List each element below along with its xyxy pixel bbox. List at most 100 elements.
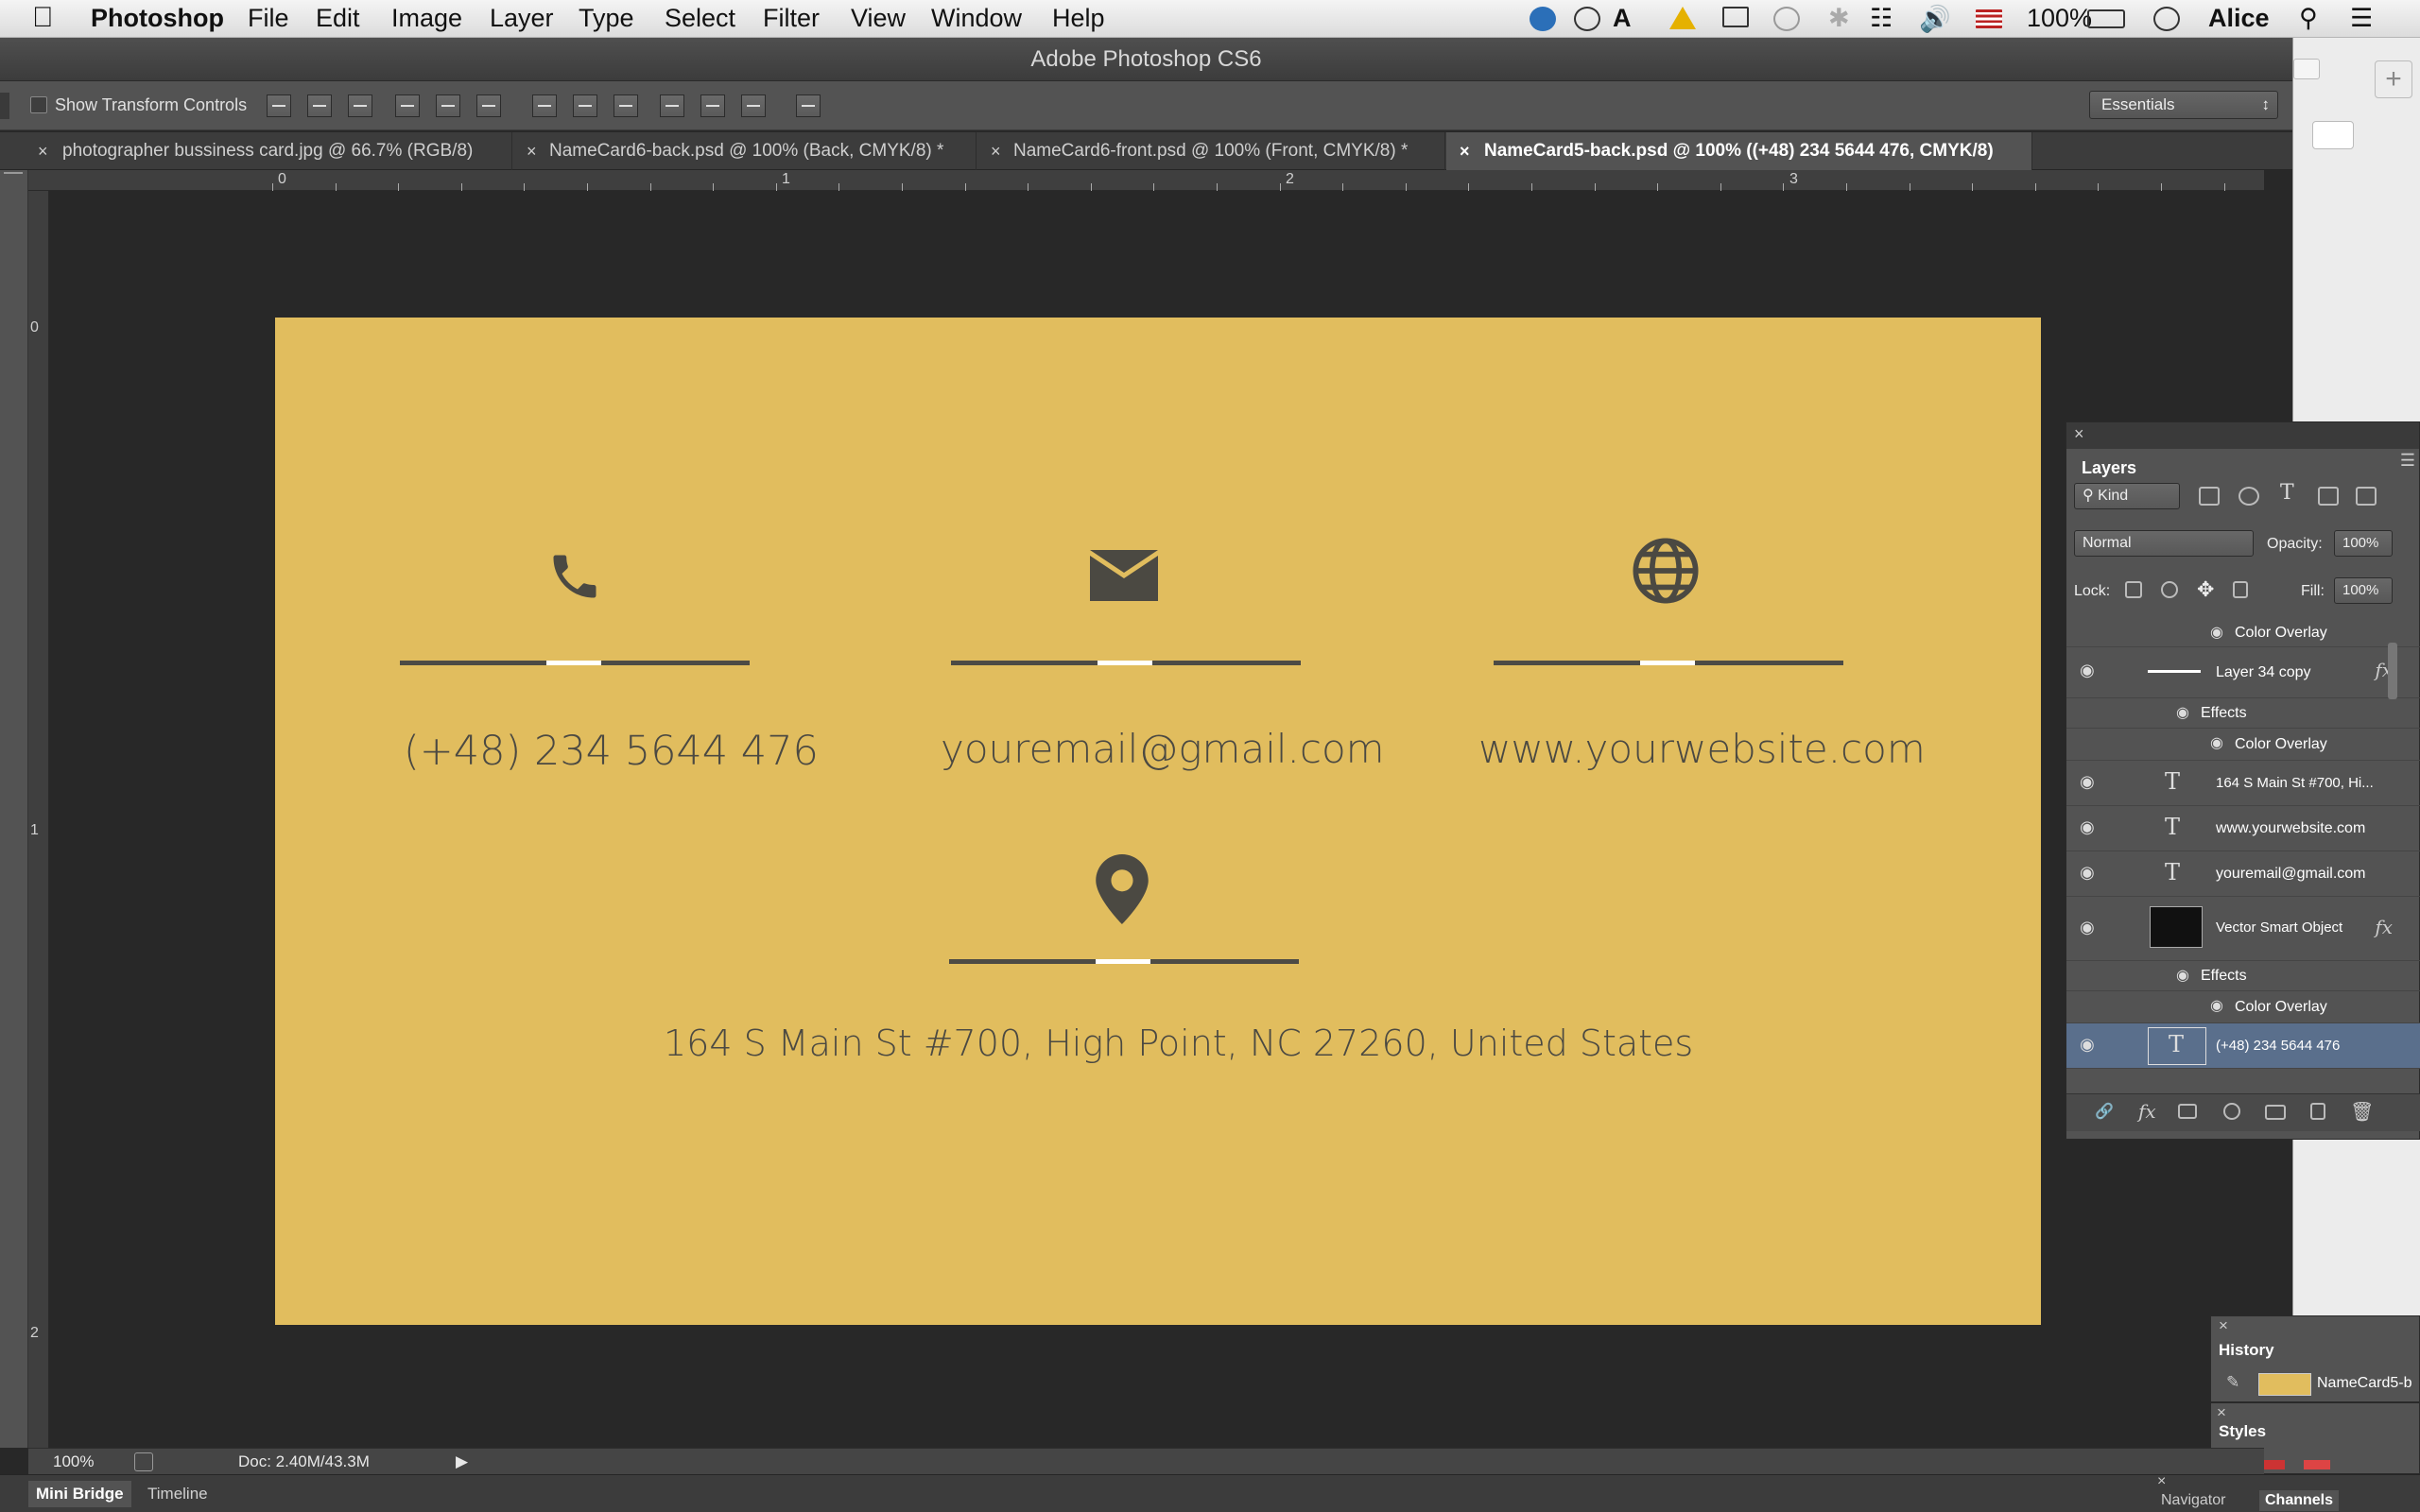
tab-namecard6-back[interactable]: × NameCard6-back.psd @ 100% (Back, CMYK/… <box>513 132 977 170</box>
apple-icon[interactable]:  <box>32 2 54 34</box>
layer-effect-row[interactable]: ◉ Color Overlay <box>2066 991 2420 1023</box>
visibility-eye-icon[interactable]: ◉ <box>2080 772 2102 795</box>
tab-photographer[interactable]: × photographer bussiness card.jpg @ 66.7… <box>28 132 512 170</box>
trash-icon[interactable]: 🗑 <box>2350 1100 2374 1124</box>
export-icon[interactable] <box>134 1452 153 1471</box>
visibility-eye-icon[interactable]: ◉ <box>2080 817 2102 840</box>
layer-row[interactable]: ◉ T youremail@gmail.com <box>2066 851 2420 897</box>
layer-row[interactable]: ◉ Layer 34 copy fx <box>2066 647 2420 698</box>
menu-image[interactable]: Image <box>391 4 462 33</box>
add-mask-icon[interactable] <box>2178 1104 2197 1119</box>
menu-type[interactable]: Type <box>579 4 634 33</box>
lock-position-icon[interactable]: ✥ <box>2197 577 2214 602</box>
close-icon[interactable]: × <box>2074 424 2084 444</box>
align-top-icon[interactable] <box>267 94 291 117</box>
new-layer-icon[interactable] <box>2310 1103 2325 1120</box>
volume-icon[interactable]: 🔊 <box>1919 4 1951 34</box>
layer-row[interactable]: ◉ T 164 S Main St #700, Hi... <box>2066 761 2420 806</box>
layer-effect-row[interactable]: ◉ Color Overlay <box>2066 729 2420 761</box>
visibility-eye-icon[interactable]: ◉ <box>2080 661 2102 683</box>
eye-icon[interactable]: ◉ <box>2176 966 2199 988</box>
tab-navigator[interactable]: Navigator <box>2161 1492 2225 1509</box>
filter-adjustment-icon[interactable] <box>2238 487 2259 506</box>
visibility-eye-icon[interactable]: ◉ <box>2080 863 2102 885</box>
filter-smart-object-icon[interactable] <box>2356 487 2377 506</box>
visibility-eye-icon[interactable]: ◉ <box>2080 918 2102 940</box>
opacity-field[interactable]: 100% <box>2334 530 2393 557</box>
menu-window[interactable]: Window <box>931 4 1022 33</box>
tools-panel-edge[interactable] <box>0 132 28 1448</box>
close-icon[interactable]: × <box>527 132 537 170</box>
distribute-left-icon[interactable] <box>660 94 684 117</box>
close-icon[interactable]: × <box>38 132 48 170</box>
workspace-select[interactable]: Essentials ↕ <box>2089 91 2278 119</box>
time-machine-icon[interactable] <box>1773 7 1800 31</box>
layers-tab[interactable]: Layers <box>2072 451 2147 486</box>
distribute-bottom-icon[interactable] <box>614 94 638 117</box>
lock-transparent-icon[interactable] <box>2125 581 2142 598</box>
tab-namecard5-back[interactable]: × NameCard5-back.psd @ 100% ((+48) 234 5… <box>1446 132 2032 170</box>
evernote-icon[interactable] <box>1530 7 1556 31</box>
panel-menu-icon[interactable]: ☰ <box>2400 451 2415 471</box>
layer-effects-row[interactable]: ◉ Effects <box>2066 698 2420 729</box>
menu-help[interactable]: Help <box>1052 4 1105 33</box>
checkmark-icon[interactable] <box>1574 7 1600 31</box>
new-group-folder-icon[interactable] <box>2265 1105 2286 1120</box>
filter-pixel-icon[interactable] <box>2199 487 2220 506</box>
history-tab[interactable]: History <box>2219 1341 2274 1360</box>
add-tab-icon[interactable]: + <box>2375 60 2412 98</box>
align-vcenter-icon[interactable] <box>307 94 332 117</box>
menu-app-name[interactable]: Photoshop <box>91 4 224 33</box>
menu-select[interactable]: Select <box>665 4 735 33</box>
layer-row[interactable]: ◉ Vector Smart Object fx <box>2066 897 2420 961</box>
style-swatch[interactable] <box>2304 1460 2330 1469</box>
eye-icon[interactable]: ◉ <box>2210 623 2233 645</box>
distribute-right-icon[interactable] <box>741 94 766 117</box>
bluetooth-icon[interactable]: ✱ <box>1828 4 1850 33</box>
menu-filter[interactable]: Filter <box>763 4 820 33</box>
zoom-level[interactable]: 100% <box>53 1452 94 1471</box>
window-control-icon[interactable] <box>2293 59 2320 79</box>
link-layers-icon[interactable]: 🔗 <box>2095 1102 2114 1121</box>
adobe-icon[interactable]: A <box>1613 4 1632 33</box>
distribute-vcenter-icon[interactable] <box>573 94 597 117</box>
eye-icon[interactable]: ◉ <box>2210 996 2233 1019</box>
menu-layer[interactable]: Layer <box>490 4 554 33</box>
align-bottom-icon[interactable] <box>348 94 372 117</box>
user-name[interactable]: Alice <box>2208 4 2270 33</box>
notification-center-icon[interactable]: ☰ <box>2350 4 2373 33</box>
blend-mode-select[interactable]: Normal <box>2074 530 2254 557</box>
fx-icon[interactable]: fx <box>2375 916 2393 938</box>
add-style-fx-icon[interactable]: fx <box>2138 1100 2156 1123</box>
tab-channels[interactable]: Channels <box>2259 1490 2340 1511</box>
lock-image-icon[interactable] <box>2161 581 2178 598</box>
horizontal-ruler[interactable]: 0 1 2 3 <box>28 170 2264 191</box>
menu-view[interactable]: View <box>851 4 906 33</box>
filter-type-icon[interactable]: T <box>2280 481 2294 505</box>
layer-effects-row[interactable]: ◉ Effects <box>2066 961 2420 991</box>
warning-icon[interactable] <box>1669 7 1696 29</box>
show-transform-checkbox[interactable] <box>30 96 47 113</box>
close-icon[interactable]: × <box>991 132 1001 170</box>
close-icon[interactable]: × <box>2217 1403 2226 1422</box>
flag-icon[interactable] <box>1976 9 2002 28</box>
menu-edit[interactable]: Edit <box>316 4 360 33</box>
distribute-top-icon[interactable] <box>532 94 557 117</box>
tab-mini-bridge[interactable]: Mini Bridge <box>28 1481 131 1507</box>
filter-kind-select[interactable]: ⚲ Kind <box>2074 483 2180 509</box>
battery-icon[interactable] <box>2087 9 2125 28</box>
align-hcenter-icon[interactable] <box>436 94 460 117</box>
menu-file[interactable]: File <box>248 4 289 33</box>
history-item-label[interactable]: NameCard5-b <box>2317 1375 2411 1392</box>
grid-view-icon[interactable] <box>2312 121 2354 149</box>
close-icon[interactable]: × <box>2219 1316 2228 1335</box>
tool-preset-handle[interactable] <box>0 93 9 119</box>
status-menu-arrow-icon[interactable]: ▶ <box>456 1452 468 1471</box>
auto-align-icon[interactable] <box>796 94 821 117</box>
layer-row-selected[interactable]: ◉ T (+48) 234 5644 476 <box>2066 1023 2420 1069</box>
new-adjustment-icon[interactable] <box>2223 1103 2240 1120</box>
eye-icon[interactable]: ◉ <box>2176 703 2199 726</box>
business-card[interactable]: (+48) 234 5644 476 youremail@gmail.com w… <box>275 318 2041 1325</box>
eye-icon[interactable]: ◉ <box>2210 733 2233 756</box>
tab-timeline[interactable]: Timeline <box>147 1485 208 1503</box>
